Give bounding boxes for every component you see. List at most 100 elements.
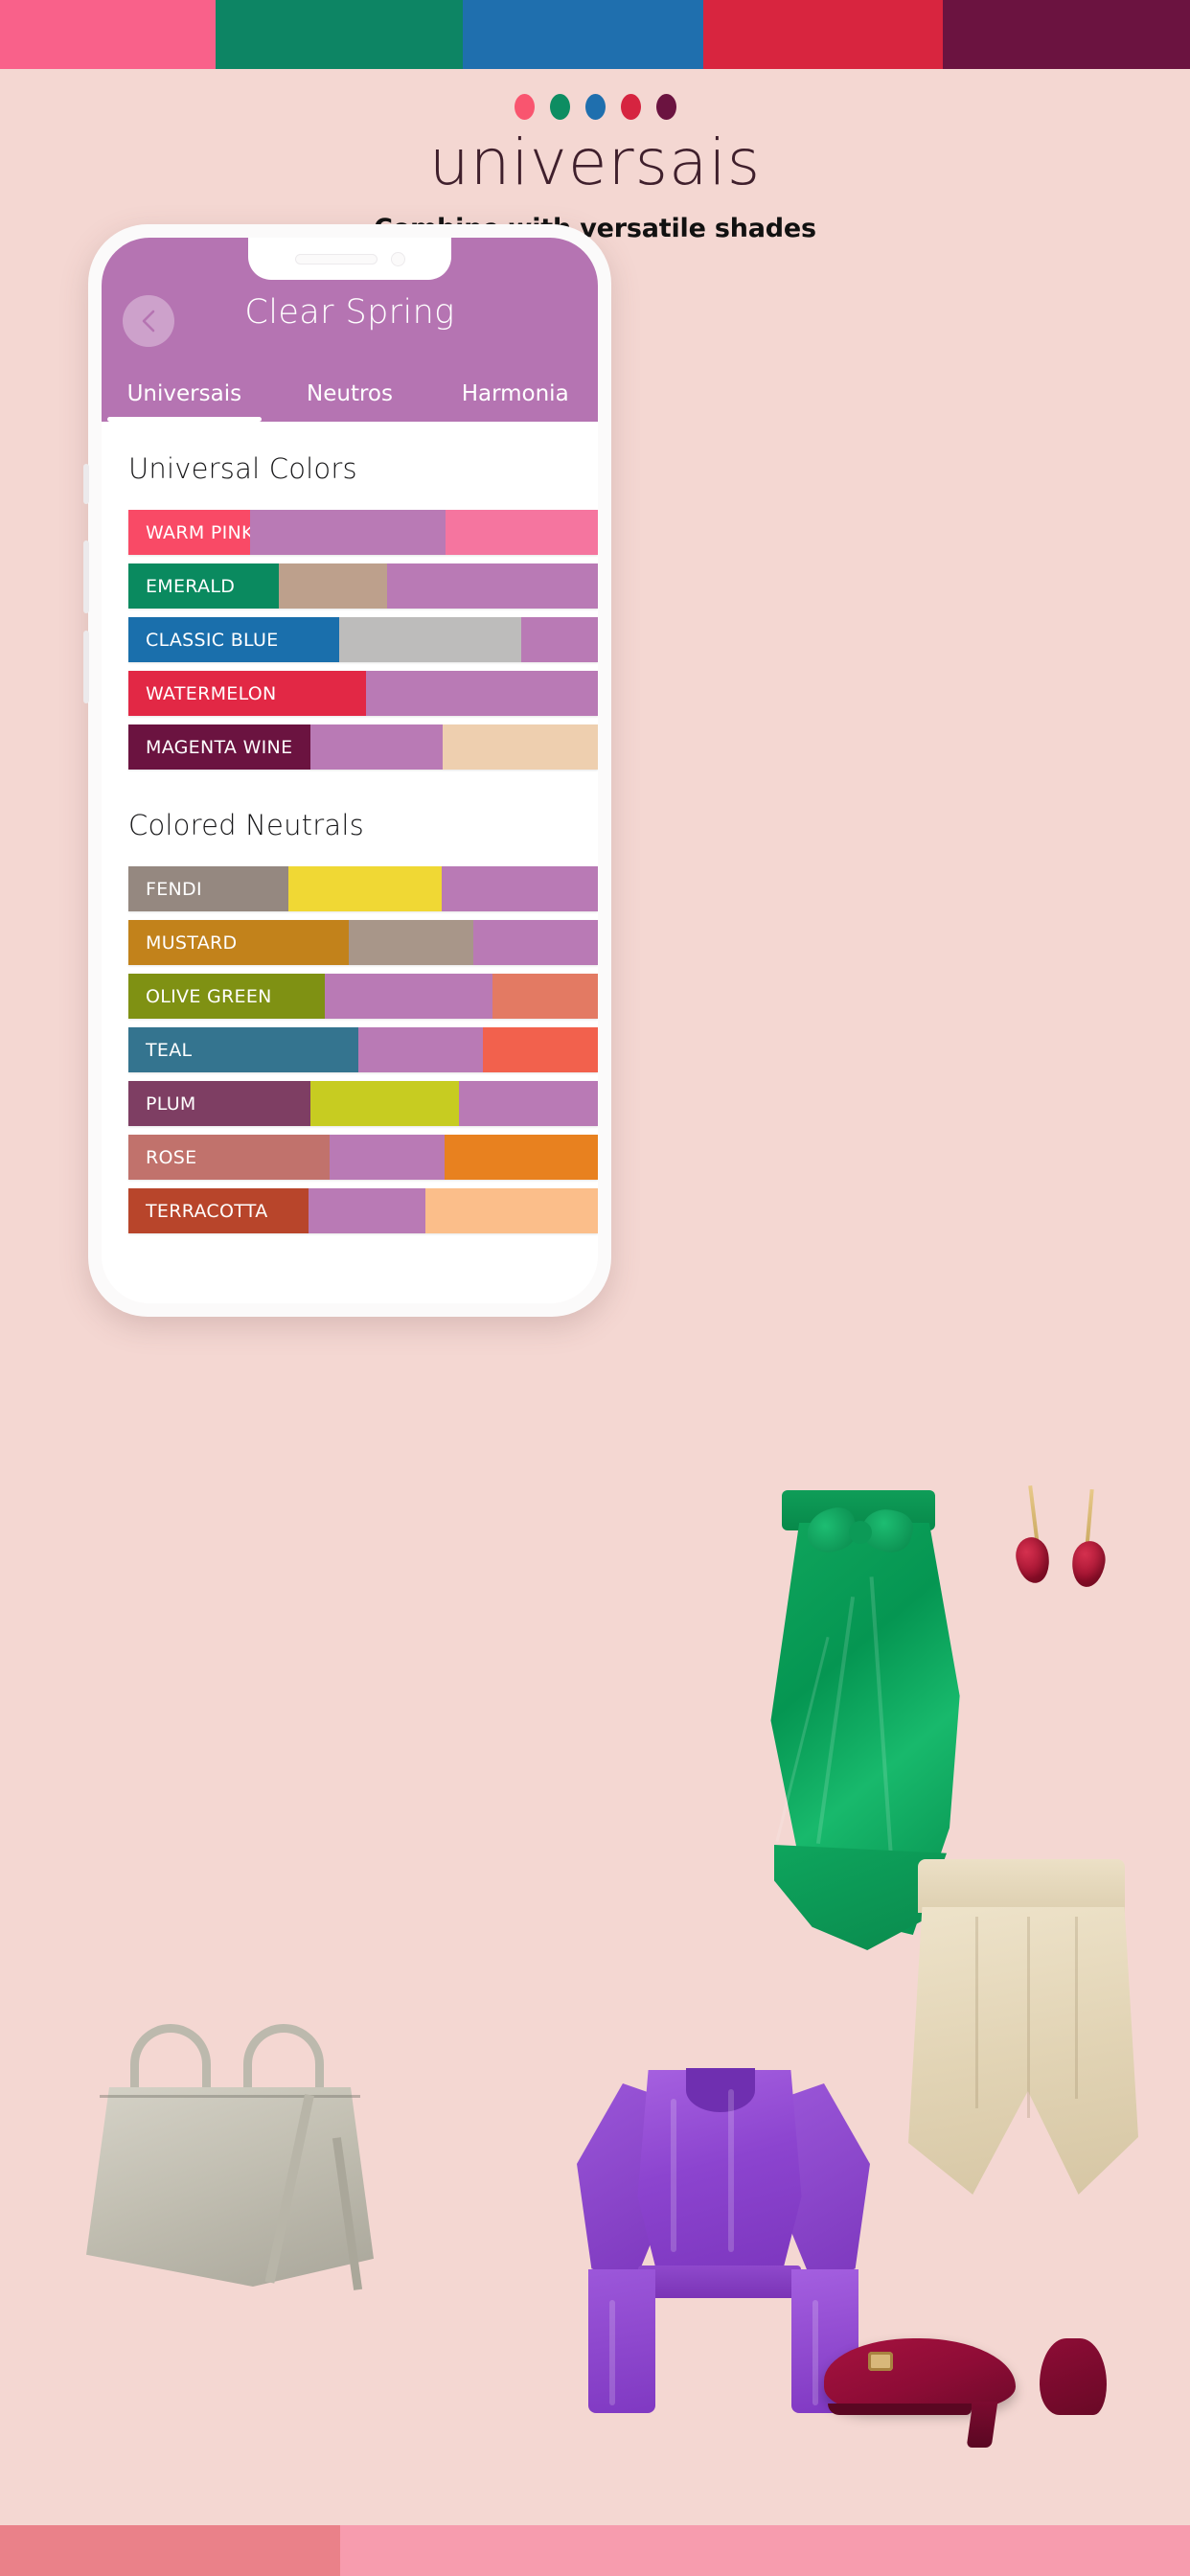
bag-body xyxy=(86,2087,374,2287)
color-row[interactable]: WATERMELON xyxy=(128,671,598,716)
shoe-buckle xyxy=(868,2352,893,2371)
shoe-upper xyxy=(824,2338,1016,2411)
color-row-primary-swatch: MAGENTA WINE xyxy=(128,724,310,770)
speaker-icon xyxy=(294,253,378,264)
phone-mockup: Clear Spring Universais Neutros Harmonia… xyxy=(83,224,611,1317)
color-row-pairing-swatch xyxy=(446,510,598,555)
color-row[interactable]: CLASSIC BLUE xyxy=(128,617,598,662)
color-row[interactable]: PLUM xyxy=(128,1081,598,1126)
color-row-primary-swatch: EMERALD xyxy=(128,564,279,609)
brand-header: universais Combine with versatile shades xyxy=(0,69,1190,243)
skirt-bow xyxy=(801,1503,918,1559)
shoe-sole xyxy=(828,2404,972,2415)
color-row-primary-swatch: CLASSIC BLUE xyxy=(128,617,339,662)
color-row-pairing-swatch xyxy=(250,510,446,555)
phone-button-volume-down xyxy=(83,631,89,703)
color-row-primary-swatch: MUSTARD xyxy=(128,920,349,965)
tab-neutros-label: Neutros xyxy=(307,381,393,406)
color-row-label: WARM PINK xyxy=(146,521,254,543)
colored-neutrals-list: FENDI MUSTARD OLIVE GREEN TEAL PLUM ROSE TERRA… xyxy=(102,841,598,1233)
earring-drop-right xyxy=(1068,1538,1109,1590)
color-row[interactable]: ROSE xyxy=(128,1135,598,1180)
phone-button-volume-up xyxy=(83,540,89,613)
phone-screen: Clear Spring Universais Neutros Harmonia… xyxy=(102,238,598,1303)
blouse-highlight xyxy=(728,2089,734,2252)
burgundy-shoe-image xyxy=(824,2319,1044,2463)
blouse-highlight xyxy=(671,2099,676,2252)
blouse-waistband xyxy=(638,2266,801,2298)
color-row[interactable]: TEAL xyxy=(128,1027,598,1072)
color-row-pairing-swatch xyxy=(492,974,598,1019)
brand-title: universais xyxy=(428,126,762,199)
color-row[interactable]: OLIVE GREEN xyxy=(128,974,598,1019)
top-swatch-watermelon xyxy=(702,0,943,69)
color-row[interactable]: WARM PINK xyxy=(128,510,598,555)
tab-harmonia[interactable]: Harmonia xyxy=(432,381,598,422)
phone-button-silent xyxy=(83,464,89,504)
color-row-pairing-swatch xyxy=(310,724,443,770)
dot-watermelon xyxy=(620,94,641,120)
tab-universais[interactable]: Universais xyxy=(102,381,267,422)
color-row-label: WATERMELON xyxy=(146,682,277,704)
color-row[interactable]: MAGENTA WINE xyxy=(128,724,598,770)
color-row-label: PLUM xyxy=(146,1092,196,1115)
shorts-pleat xyxy=(1027,1917,1030,2118)
color-row-pairing-swatch xyxy=(349,920,473,965)
blouse-neckline xyxy=(686,2068,755,2112)
color-row[interactable]: EMERALD xyxy=(128,564,598,609)
camera-icon xyxy=(390,251,405,266)
shorts-pleat xyxy=(1075,1917,1078,2099)
color-row-label: MAGENTA WINE xyxy=(146,736,293,758)
bag-flap-seam xyxy=(100,2095,360,2098)
color-row-pairing-swatch xyxy=(288,866,442,911)
section-title-universal-colors: Universal Colors xyxy=(128,452,357,485)
burgundy-shoe-secondary-image xyxy=(1030,2338,1145,2463)
earring-hook-right xyxy=(1085,1488,1094,1550)
color-row-label: OLIVE GREEN xyxy=(146,985,272,1007)
tab-universais-label: Universais xyxy=(126,381,242,406)
shorts-waistband xyxy=(918,1859,1125,1913)
section-title-colored-neutrals: Colored Neutrals xyxy=(128,809,364,841)
color-row-label: CLASSIC BLUE xyxy=(146,629,279,651)
color-row-pairing-swatch xyxy=(459,1081,598,1126)
color-row-pairing-swatch xyxy=(445,1135,598,1180)
color-row-pairing-swatch xyxy=(325,974,492,1019)
earring-drop-left xyxy=(1013,1534,1053,1586)
color-row-label: TEAL xyxy=(146,1039,193,1061)
color-row-pairing-swatch xyxy=(309,1188,425,1233)
color-row-primary-swatch: PLUM xyxy=(128,1081,310,1126)
color-row-pairing-swatch xyxy=(521,617,598,662)
color-row[interactable]: MUSTARD xyxy=(128,920,598,965)
top-swatch-emerald xyxy=(216,0,464,69)
handbag-image xyxy=(86,2003,402,2310)
color-row-label: MUSTARD xyxy=(146,932,238,954)
page-title: Clear Spring xyxy=(244,293,455,332)
shorts-body xyxy=(908,1907,1138,2195)
color-row-primary-swatch: OLIVE GREEN xyxy=(128,974,325,1019)
top-swatch-warm-pink xyxy=(0,0,217,69)
phone-notch xyxy=(248,238,451,280)
tab-neutros[interactable]: Neutros xyxy=(267,381,433,422)
blouse-highlight xyxy=(812,2300,818,2405)
blouse-cuff-left xyxy=(588,2269,655,2413)
earrings-image xyxy=(1011,1484,1135,1610)
color-row-label: TERRACOTTA xyxy=(146,1200,268,1222)
color-row-primary-swatch: FENDI xyxy=(128,866,288,911)
color-row-pairing-swatch xyxy=(358,1027,483,1072)
color-row[interactable]: FENDI xyxy=(128,866,598,911)
color-row-primary-swatch: WARM PINK xyxy=(128,510,254,555)
color-row[interactable]: TERRACOTTA xyxy=(128,1188,598,1233)
dot-magenta-wine xyxy=(655,94,676,120)
color-row-pairing-swatch xyxy=(387,564,598,609)
color-row-primary-swatch: WATERMELON xyxy=(128,671,366,716)
bag-handle-right xyxy=(243,2024,324,2095)
color-row-pairing-swatch xyxy=(442,866,598,911)
top-swatch-magenta-wine xyxy=(942,0,1190,69)
bottom-color-strip xyxy=(0,2525,1190,2576)
color-row-primary-swatch: TEAL xyxy=(128,1027,358,1072)
color-row-pairing-swatch xyxy=(366,671,598,716)
color-row-primary-swatch: TERRACOTTA xyxy=(128,1188,309,1233)
bottom-light-pink xyxy=(340,2525,1190,2576)
color-row-primary-swatch: ROSE xyxy=(128,1135,330,1180)
top-swatch-classic-blue xyxy=(463,0,703,69)
